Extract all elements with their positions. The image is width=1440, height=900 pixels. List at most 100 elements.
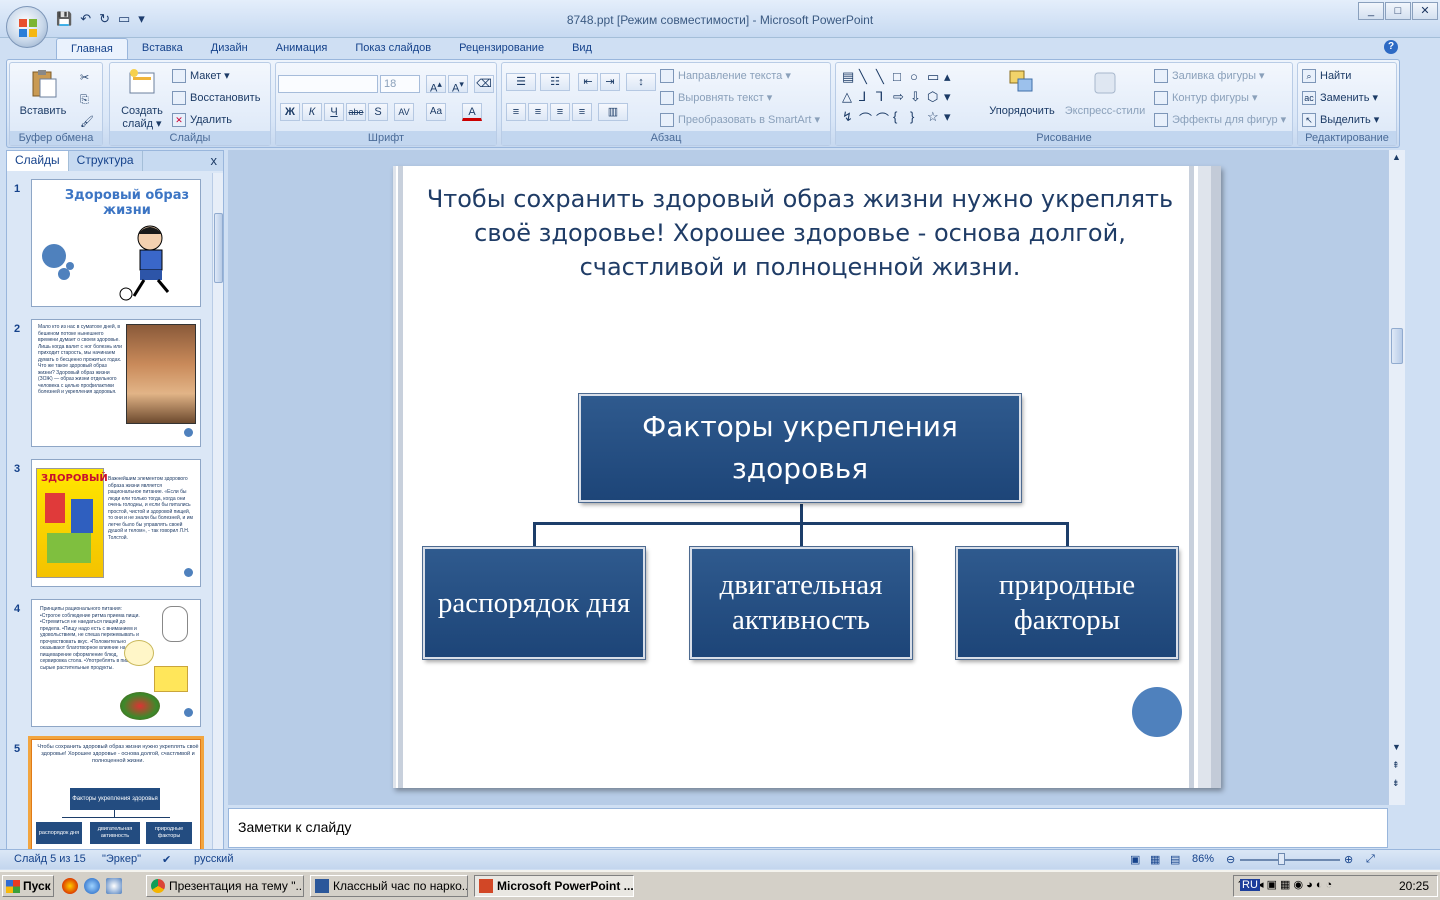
underline-button[interactable]: Ч <box>324 103 344 121</box>
shape-effects-button[interactable]: Эффекты для фигур ▾ <box>1154 111 1286 129</box>
slideshow-view-icon[interactable]: ▤ <box>1170 853 1180 866</box>
tray-icons[interactable]: ◂ ▣ ▦ ◉ ◕ ◐ ◔ <box>1258 878 1332 891</box>
start-button[interactable]: Пуск <box>2 875 54 897</box>
thumb-slide-4[interactable]: Принципы рационального питания: •Строгое… <box>31 599 201 727</box>
spellcheck-icon[interactable]: ✔ <box>162 853 171 866</box>
select-button[interactable]: ↖ Выделить ▾ <box>1302 111 1379 129</box>
editor-scroll-thumb[interactable] <box>1391 328 1403 364</box>
thumb-slide-5[interactable]: Чтобы сохранить здоровый образ жизни нуж… <box>28 736 204 849</box>
zoom-slider[interactable] <box>1240 859 1340 861</box>
shape-outline-button[interactable]: Контур фигуры ▾ <box>1154 89 1258 107</box>
quicklaunch-ie-icon[interactable] <box>84 878 100 894</box>
strike-button[interactable]: abe <box>346 103 366 121</box>
tab-slideshow[interactable]: Показ слайдов <box>341 38 445 60</box>
panel-scrollbar[interactable] <box>212 173 223 849</box>
hierarchy-box-natural-factors[interactable]: природные факторы <box>955 546 1179 660</box>
smartart-button[interactable]: Преобразовать в SmartArt ▾ <box>660 111 820 129</box>
tab-design[interactable]: Дизайн <box>197 38 262 60</box>
spacing-button[interactable]: AV <box>394 103 414 121</box>
numbering-button[interactable]: ☷ <box>540 73 570 91</box>
panel-close-icon[interactable]: x <box>211 153 218 168</box>
line-spacing-button[interactable]: ↕ <box>626 73 656 91</box>
taskbar-item-word[interactable]: Классный час по нарко... <box>310 875 468 897</box>
slide-title[interactable]: Чтобы сохранить здоровый образ жизни нуж… <box>405 182 1195 284</box>
zoom-out-icon[interactable]: ⊖ <box>1226 853 1235 866</box>
keyboard-language[interactable]: RU <box>1240 879 1260 891</box>
tab-outline[interactable]: Структура <box>69 151 143 171</box>
justify-button[interactable]: ≡ <box>572 103 592 121</box>
quick-styles-button[interactable]: Экспресс-стили <box>1062 67 1148 118</box>
reset-button[interactable]: Восстановить <box>172 89 260 107</box>
delete-slide-button[interactable]: ✕ Удалить <box>172 111 232 129</box>
replace-button[interactable]: ac Заменить ▾ <box>1302 89 1378 107</box>
align-right-button[interactable]: ≡ <box>550 103 570 121</box>
thumb-slide-1[interactable]: Здоровый образ жизни <box>31 179 201 307</box>
quicklaunch-opera-icon[interactable] <box>62 878 78 894</box>
align-left-button[interactable]: ≡ <box>506 103 526 121</box>
columns-button[interactable]: ▥ <box>598 103 628 121</box>
bold-button[interactable]: Ж <box>280 103 300 121</box>
office-button[interactable] <box>6 6 48 48</box>
shapes-gallery[interactable]: ▤ ╲ ╲ □ ○ ▭ ▴ △ ⅃ ⅂ ⇨ ⇩ ⬡ ▾ ↯ ⌒ ⌒{} ☆ ▾ <box>842 69 966 129</box>
notes-pane[interactable]: Заметки к слайду <box>228 808 1388 848</box>
italic-button[interactable]: К <box>302 103 322 121</box>
copy-icon[interactable]: ⎘ <box>80 91 89 109</box>
editor-scrollbar[interactable]: ▲ ▼ ⇞ ⇟ <box>1388 150 1405 805</box>
thumb-5-child-2: двигательная активность <box>90 822 140 844</box>
thumb-slide-3[interactable]: ЗДОРОВЫЙ Важнейшим элементом здорового о… <box>31 459 201 587</box>
layout-button[interactable]: Макет ▾ <box>172 67 230 85</box>
tab-slides-panel[interactable]: Слайды <box>7 151 69 171</box>
prev-slide-icon[interactable]: ⇞ <box>1392 760 1400 771</box>
shrink-font-button[interactable]: A▾ <box>448 75 468 95</box>
align-center-button[interactable]: ≡ <box>528 103 548 121</box>
paste-button[interactable]: Вставить <box>18 67 68 118</box>
scroll-up-icon[interactable]: ▲ <box>1392 152 1401 162</box>
zoom-slider-knob[interactable] <box>1278 853 1285 865</box>
tab-view[interactable]: Вид <box>558 38 606 60</box>
arrange-button[interactable]: Упорядочить <box>984 67 1060 118</box>
quicklaunch-desktop-icon[interactable] <box>106 878 122 894</box>
shape-fill-button[interactable]: Заливка фигуры ▾ <box>1154 67 1265 85</box>
font-color-button[interactable]: A <box>462 103 482 121</box>
tab-review[interactable]: Рецензирование <box>445 38 558 60</box>
close-button[interactable]: ✕ <box>1412 2 1438 20</box>
tab-animation[interactable]: Анимация <box>262 38 342 60</box>
text-direction-button[interactable]: Направление текста ▾ <box>660 67 791 85</box>
align-text-button[interactable]: Выровнять текст ▾ <box>660 89 772 107</box>
next-slide-icon[interactable]: ⇟ <box>1392 778 1400 789</box>
grow-font-button[interactable]: A▴ <box>426 75 446 95</box>
language-indicator[interactable]: русский <box>194 853 233 865</box>
bullets-button[interactable]: ☰ <box>506 73 536 91</box>
zoom-in-icon[interactable]: ⊕ <box>1344 853 1353 866</box>
font-name-input[interactable] <box>278 75 378 93</box>
decrease-indent-button[interactable]: ⇤ <box>578 73 598 91</box>
find-button[interactable]: ⌕ Найти <box>1302 67 1351 85</box>
hierarchy-box-daily-routine[interactable]: распорядок дня <box>422 546 646 660</box>
cut-icon[interactable]: ✂ <box>80 69 89 87</box>
taskbar-item-powerpoint[interactable]: Microsoft PowerPoint ... <box>474 875 634 897</box>
shadow-button[interactable]: S <box>368 103 388 121</box>
scroll-down-icon[interactable]: ▼ <box>1392 742 1401 752</box>
format-painter-icon[interactable]: 🖌 <box>80 113 94 131</box>
change-case-button[interactable]: Aa <box>426 103 446 121</box>
taskbar-item-browser[interactable]: Презентация на тему "... <box>146 875 304 897</box>
tab-home[interactable]: Главная <box>56 38 128 60</box>
sorter-view-icon[interactable]: ▦ <box>1150 853 1160 866</box>
current-slide[interactable]: Чтобы сохранить здоровый образ жизни нуж… <box>393 166 1221 788</box>
new-slide-button[interactable]: Создать слайд ▾ <box>114 67 170 131</box>
fit-to-window-icon[interactable]: ⤢ <box>1366 853 1375 866</box>
tab-insert[interactable]: Вставка <box>128 38 197 60</box>
clear-format-button[interactable]: ⌫ <box>474 75 494 93</box>
minimize-button[interactable]: _ <box>1358 2 1384 20</box>
maximize-button[interactable]: □ <box>1385 2 1411 20</box>
hierarchy-box-physical-activity[interactable]: двигательная активность <box>689 546 913 660</box>
hierarchy-top-box[interactable]: Факторы укрепления здоровья <box>578 393 1022 503</box>
thumb-slide-2[interactable]: Мало кто из нас в суматохе дней, в бешен… <box>31 319 201 447</box>
panel-scroll-thumb[interactable] <box>214 213 223 283</box>
help-icon[interactable]: ? <box>1384 40 1398 54</box>
zoom-level[interactable]: 86% <box>1192 853 1214 865</box>
normal-view-icon[interactable]: ▣ <box>1130 853 1140 866</box>
font-group: 18 A▴ A▾ ⌫ Ж К Ч abe S AV Aa A Шрифт <box>275 62 497 146</box>
increase-indent-button[interactable]: ⇥ <box>600 73 620 91</box>
font-size-input[interactable]: 18 <box>380 75 420 93</box>
